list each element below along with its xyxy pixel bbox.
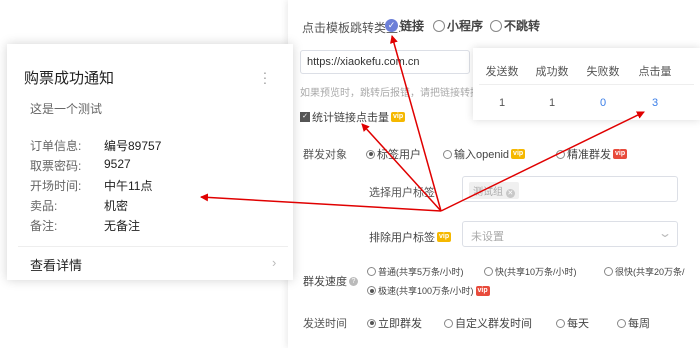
send-time-label: 发送时间 [303,318,347,330]
exclude-tag-select[interactable]: 未设置 ⌄ [462,221,678,247]
radio-icon [433,19,445,32]
help-icon[interactable]: ? [349,276,358,286]
speed-option-very-fast[interactable]: 很快(共享20万条/ [604,265,685,278]
field-value: 中午11点 [104,179,153,193]
audience-option-openid[interactable]: 输入openid vip [443,146,526,162]
tag-chip-label: 测试组 [473,187,503,198]
card-title: 购票成功通知 [24,70,115,87]
stats-header-clicks: 点击量 [638,66,672,78]
vip-badge: vip [511,149,526,159]
track-clicks-checkbox[interactable]: ✓ 统计链接点击量 vip [300,109,406,125]
url-hint: 如果预览时，跳转后报错，请把链接转换为 [300,88,490,99]
send-time-option-weekly[interactable]: 每周 [617,315,650,331]
field-key: 订单信息: [30,139,82,153]
speed-option-extreme[interactable]: 极速(共享100万条/小时) vip [367,284,490,297]
field-key: 取票密码: [30,159,82,173]
send-time-option-daily[interactable]: 每天 [556,315,589,331]
jump-option-link[interactable]: ✓ 链接 [385,17,424,34]
radio-icon [444,318,453,328]
radio-icon [366,149,375,159]
jump-option-label: 链接 [400,19,425,33]
radio-icon [484,267,493,276]
exclude-tag-placeholder: 未设置 [471,231,504,243]
speed-option-label: 极速(共享100万条/小时) [378,286,474,296]
radio-icon [367,318,376,328]
radio-icon [490,19,502,32]
field-value: 编号89757 [104,139,162,153]
field-key: 开场时间: [30,179,82,193]
speed-option-normal[interactable]: 普通(共享5万条/小时) [367,265,464,278]
exclude-tag-label: 排除用户标签 [369,232,435,244]
field-value: 无备注 [104,219,141,233]
stats-header-success: 成功数 [535,66,569,78]
jump-option-miniprogram[interactable]: 小程序 [433,17,483,34]
speed-label: 群发速度 [303,276,347,288]
vip-badge: vip [437,232,452,242]
speed-option-label: 快(共享10万条/小时) [495,267,577,277]
radio-icon [604,267,613,276]
audience-label: 群发对象 [303,149,347,161]
send-time-option-label: 自定义群发时间 [455,318,532,330]
exclude-tag-label-row: 排除用户标签 vip [369,229,452,245]
field-value: 机密 [104,199,129,213]
more-icon[interactable]: · · · [262,65,268,89]
vip-badge: vip [613,149,628,159]
vip-badge: vip [391,112,406,122]
url-input[interactable]: https://xiaokefu.com.cn [300,50,470,74]
audience-option-label: 精准群发 [567,149,611,161]
stats-divider [479,84,694,85]
chevron-right-icon[interactable]: › [272,255,276,270]
audience-option-label: 标签用户 [377,149,421,161]
radio-icon [556,318,565,328]
send-time-option-custom[interactable]: 自定义群发时间 [444,315,532,331]
url-value: https://xiaokefu.com.cn [307,56,420,68]
checkbox-checked-icon: ✓ [300,112,310,122]
chip-close-icon[interactable]: ✕ [505,189,515,198]
jump-option-none[interactable]: 不跳转 [490,17,540,34]
stats-value-success: 1 [548,97,556,109]
stats-header-sent: 发送数 [485,66,519,78]
stats-value-clicks[interactable]: 3 [630,97,680,109]
card-subtitle: 这是一个测试 [30,102,103,116]
stats-value-sent: 1 [498,97,506,109]
radio-icon [556,149,565,159]
radio-icon [367,286,376,295]
send-time-option-label: 每周 [628,318,650,330]
field-value: 9527 [104,157,131,171]
select-tag-input[interactable]: 测试组 ✕ [462,176,678,202]
audience-option-label: 输入openid [454,149,510,161]
field-key: 卖品: [30,199,58,213]
audience-option-precise[interactable]: 精准群发 vip [556,146,628,162]
card-divider [18,246,288,247]
field-key: 备注: [30,219,58,233]
speed-option-label: 普通(共享5万条/小时) [378,267,464,277]
stats-header-failed: 失败数 [586,66,620,78]
vip-badge: vip [475,285,490,296]
track-clicks-label: 统计链接点击量 [312,112,389,124]
tag-chip: 测试组 ✕ [469,182,519,199]
audience-option-tag[interactable]: 标签用户 [366,146,421,162]
radio-checked-icon: ✓ [385,19,398,32]
radio-icon [617,318,626,328]
send-time-option-label: 每天 [567,318,589,330]
speed-option-fast[interactable]: 快(共享10万条/小时) [484,265,577,278]
radio-icon [443,149,452,159]
send-time-option-label: 立即群发 [378,318,422,330]
speed-option-label: 很快(共享20万条/ [615,267,685,277]
speed-label-row: 群发速度 ? [303,273,358,289]
jump-option-label: 小程序 [447,19,484,33]
send-time-option-now[interactable]: 立即群发 [367,315,422,331]
chevron-down-icon: ⌄ [657,226,673,240]
stats-value-failed[interactable]: 0 [578,97,628,109]
radio-icon [367,267,376,276]
view-details-link[interactable]: 查看详情 [30,255,82,274]
select-tag-label: 选择用户标签 [369,187,435,199]
jump-option-label: 不跳转 [504,19,541,33]
